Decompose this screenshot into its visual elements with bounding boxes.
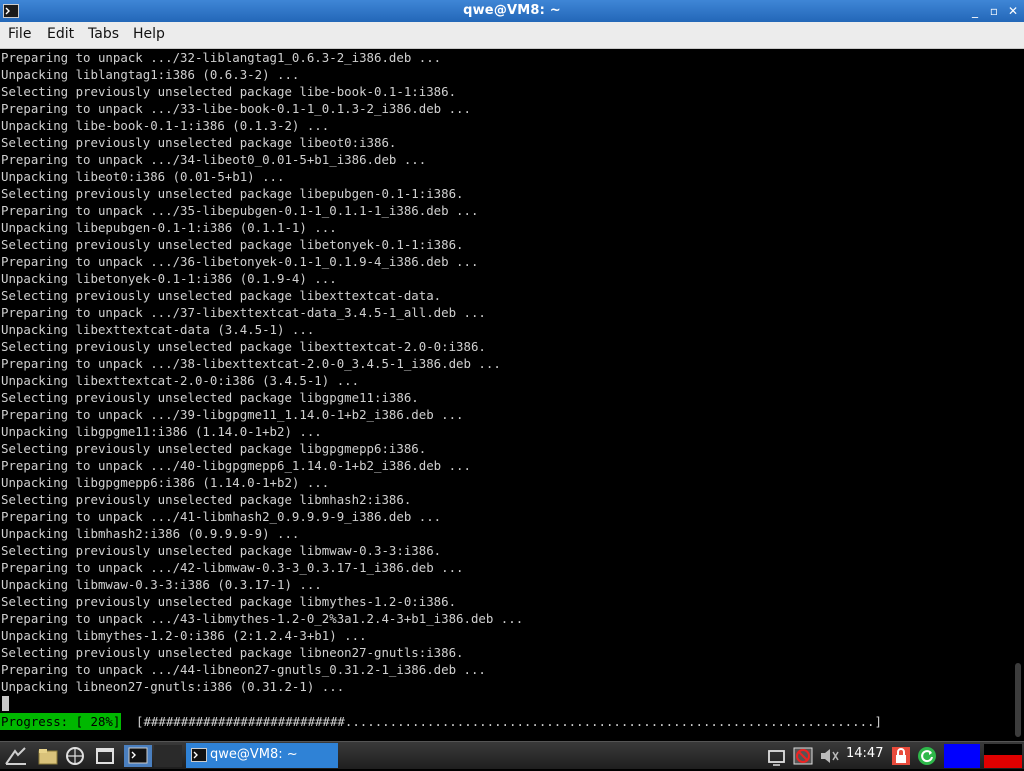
taskbar: qwe@VM8: ~ 14:47 (0, 741, 1024, 769)
terminal-line: Unpacking libmythes-1.2-0:i386 (2:1.2.4-… (1, 628, 367, 643)
taskbar-item-terminal[interactable]: qwe@VM8: ~ (186, 743, 338, 768)
network-off-icon[interactable] (792, 745, 814, 767)
terminal-line: Preparing to unpack .../38-libexttextcat… (1, 356, 501, 371)
terminal-line: Selecting previously unselected package … (1, 645, 464, 660)
show-desktop-icon[interactable] (94, 745, 116, 767)
terminal-line: Preparing to unpack .../39-libgpgme11_1.… (1, 407, 464, 422)
clock[interactable]: 14:47 (846, 746, 883, 761)
start-menu-icon[interactable] (4, 745, 26, 767)
terminal-line: Selecting previously unselected package … (1, 543, 442, 558)
terminal-line: Selecting previously unselected package … (1, 492, 412, 507)
scrollbar-thumb[interactable] (1015, 663, 1021, 737)
terminal-line: Preparing to unpack .../42-libmwaw-0.3-3… (1, 560, 464, 575)
terminal-line: Unpacking libexttextcat-2.0-0:i386 (3.4.… (1, 373, 360, 388)
close-button[interactable]: ✕ (1004, 2, 1022, 20)
web-browser-icon[interactable] (64, 745, 86, 767)
terminal-line: Unpacking libgpgmepp6:i386 (1.14.0-1+b2)… (1, 475, 330, 490)
terminal-line: Unpacking libetonyek-0.1-1:i386 (0.1.9-4… (1, 271, 337, 286)
terminal-line: Selecting previously unselected package … (1, 237, 464, 252)
terminal-icon[interactable] (124, 745, 152, 767)
terminal-line: Unpacking libmwaw-0.3-3:i386 (0.3.17-1) … (1, 577, 322, 592)
terminal-line: Unpacking libeot0:i386 (0.01-5+b1) ... (1, 169, 285, 184)
menu-bar: File Edit Tabs Help (0, 22, 1024, 49)
menu-tabs[interactable]: Tabs (88, 26, 119, 42)
terminal-line: Unpacking libgpgme11:i386 (1.14.0-1+b2) … (1, 424, 322, 439)
terminal-cursor (2, 696, 9, 711)
menu-file[interactable]: File (8, 26, 31, 42)
terminal-line: Unpacking liblangtag1:i386 (0.6.3-2) ... (1, 67, 300, 82)
terminal-line: Preparing to unpack .../32-liblangtag1_0… (1, 50, 442, 65)
volume-muted-icon[interactable] (818, 745, 840, 767)
minimize-button[interactable]: _ (966, 2, 984, 20)
terminal-line: Selecting previously unselected package … (1, 84, 457, 99)
terminal-output[interactable]: Preparing to unpack .../32-liblangtag1_0… (0, 49, 1012, 741)
terminal-line: Preparing to unpack .../36-libetonyek-0.… (1, 254, 479, 269)
taskbar-item-label: qwe@VM8: ~ (210, 747, 298, 762)
vertical-scrollbar[interactable] (1012, 49, 1024, 741)
keyboard-icon[interactable] (766, 745, 788, 767)
menu-edit[interactable]: Edit (47, 26, 74, 42)
terminal-line: Preparing to unpack .../34-libeot0_0.01-… (1, 152, 427, 167)
window-titlebar[interactable]: qwe@VM8: ~ _ ▫ ✕ (0, 0, 1024, 22)
terminal-line: Selecting previously unselected package … (1, 339, 486, 354)
terminal-line: Unpacking libe-book-0.1-1:i386 (0.1.3-2)… (1, 118, 330, 133)
terminal-line: Selecting previously unselected package … (1, 186, 464, 201)
terminal-icon (191, 747, 207, 767)
terminal-line: Selecting previously unselected package … (1, 390, 419, 405)
terminal-line: Unpacking libexttextcat-data (3.4.5-1) .… (1, 322, 315, 337)
maximize-button[interactable]: ▫ (985, 2, 1003, 20)
terminal-line: Preparing to unpack .../35-libepubgen-0.… (1, 203, 479, 218)
window-title: qwe@VM8: ~ (463, 3, 561, 18)
lock-icon[interactable] (890, 745, 912, 767)
file-manager-icon[interactable] (37, 745, 59, 767)
terminal-line: Preparing to unpack .../43-libmythes-1.2… (1, 611, 524, 626)
terminal-line: Selecting previously unselected package … (1, 594, 457, 609)
workspace-pager[interactable] (154, 745, 182, 767)
terminal-line: Unpacking libmhash2:i386 (0.9.9.9-9) ... (1, 526, 300, 541)
terminal-line: Preparing to unpack .../40-libgpgmepp6_1… (1, 458, 471, 473)
terminal-line: Selecting previously unselected package … (1, 288, 442, 303)
update-icon[interactable] (916, 745, 938, 767)
workspace-1[interactable] (944, 744, 980, 768)
terminal-line: Selecting previously unselected package … (1, 135, 397, 150)
progress-label: Progress: [ 28%] (0, 713, 122, 730)
terminal-line: Preparing to unpack .../33-libe-book-0.1… (1, 101, 471, 116)
menu-help[interactable]: Help (133, 26, 165, 42)
terminal-line: Unpacking libepubgen-0.1-1:i386 (0.1.1-1… (1, 220, 337, 235)
terminal-line: Preparing to unpack .../37-libexttextcat… (1, 305, 486, 320)
workspace-2[interactable] (984, 744, 1022, 768)
terminal-line: Unpacking libneon27-gnutls:i386 (0.31.2-… (1, 679, 345, 694)
terminal-line: Preparing to unpack .../41-libmhash2_0.9… (1, 509, 442, 524)
progress-bar: [###########################............… (136, 714, 882, 729)
terminal-line: Preparing to unpack .../44-libneon27-gnu… (1, 662, 486, 677)
terminal-line: Selecting previously unselected package … (1, 441, 427, 456)
